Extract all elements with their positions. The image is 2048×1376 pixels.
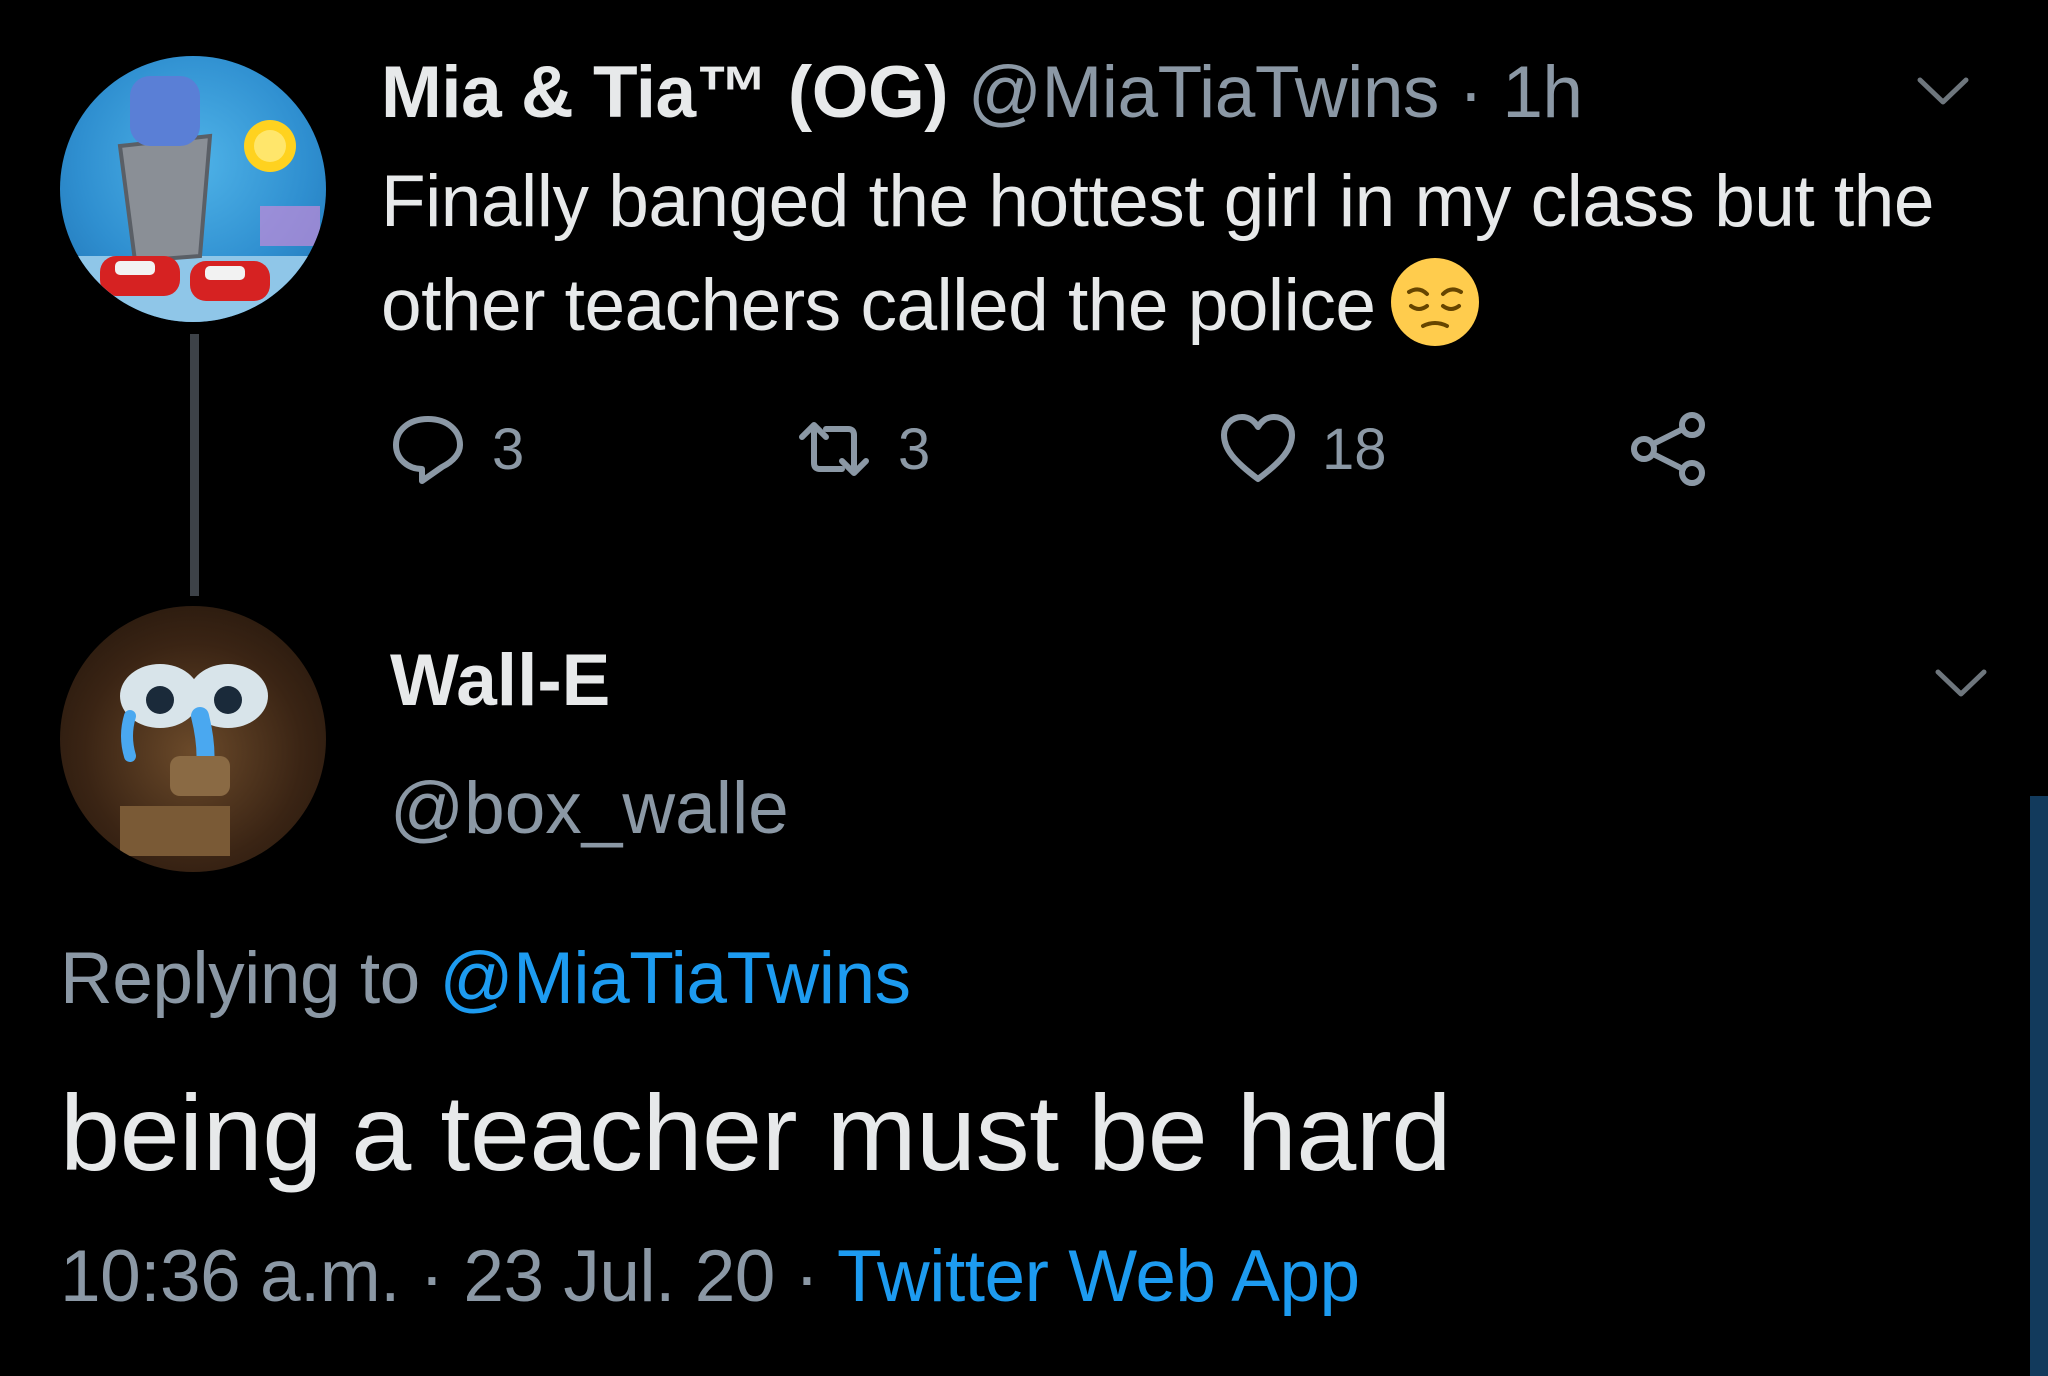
retweet-button[interactable]: 3 bbox=[792, 404, 930, 494]
tweet-source-link[interactable]: Twitter Web App bbox=[837, 1236, 1360, 1317]
share-icon bbox=[1631, 412, 1705, 486]
author-avatar[interactable] bbox=[60, 56, 326, 322]
reply-author-handle[interactable]: @box_walle bbox=[390, 764, 789, 854]
reply-author-avatar[interactable] bbox=[60, 606, 326, 872]
retweet-icon bbox=[799, 422, 869, 476]
header-separator: · bbox=[1458, 52, 1483, 133]
author-handle[interactable]: @MiaTiaTwins bbox=[968, 52, 1440, 133]
footer-separator-2: · bbox=[794, 1236, 819, 1317]
scrollbar[interactable] bbox=[2030, 796, 2048, 1376]
tweet-text-content: Finally banged the hottest girl in my cl… bbox=[381, 161, 1934, 346]
reply-timestamp-line: 10:36 a.m. · 23 Jul. 20 · Twitter Web Ap… bbox=[60, 1232, 1360, 1322]
retweet-count: 3 bbox=[898, 416, 931, 482]
reply-author-display-name[interactable]: Wall-E bbox=[390, 636, 610, 726]
share-button[interactable] bbox=[1626, 404, 1710, 494]
tweet-time[interactable]: 1h bbox=[1502, 52, 1583, 133]
thread-connector-line bbox=[190, 334, 199, 596]
avatar-illustration bbox=[120, 664, 268, 856]
pensive-face-emoji-icon bbox=[1389, 256, 1481, 348]
tweet-header: Mia & Tia™ (OG) @MiaTiaTwins · 1h bbox=[381, 48, 1583, 138]
reply-menu-chevron-icon[interactable] bbox=[1930, 652, 1992, 714]
avatar-illustration bbox=[60, 76, 326, 322]
heart-icon bbox=[1221, 414, 1295, 482]
like-count: 18 bbox=[1322, 416, 1387, 482]
tweet-menu-chevron-icon[interactable] bbox=[1912, 60, 1974, 122]
author-display-name[interactable]: Mia & Tia™ (OG) bbox=[381, 52, 949, 133]
footer-separator: · bbox=[419, 1236, 444, 1317]
tweet-text: Finally banged the hottest girl in my cl… bbox=[381, 150, 1981, 358]
reply-date[interactable]: 23 Jul. 20 bbox=[463, 1236, 775, 1317]
reply-time[interactable]: 10:36 a.m. bbox=[60, 1236, 400, 1317]
like-button[interactable]: 18 bbox=[1216, 404, 1387, 494]
reply-button[interactable]: 3 bbox=[386, 404, 524, 494]
reply-text: being a teacher must be hard bbox=[60, 1072, 1451, 1193]
replying-to-label: Replying to bbox=[60, 938, 420, 1019]
reply-icon bbox=[393, 416, 463, 484]
reply-count: 3 bbox=[492, 416, 525, 482]
replying-to-line: Replying to @MiaTiaTwins bbox=[60, 934, 911, 1024]
replying-to-mention-link[interactable]: @MiaTiaTwins bbox=[440, 938, 912, 1019]
